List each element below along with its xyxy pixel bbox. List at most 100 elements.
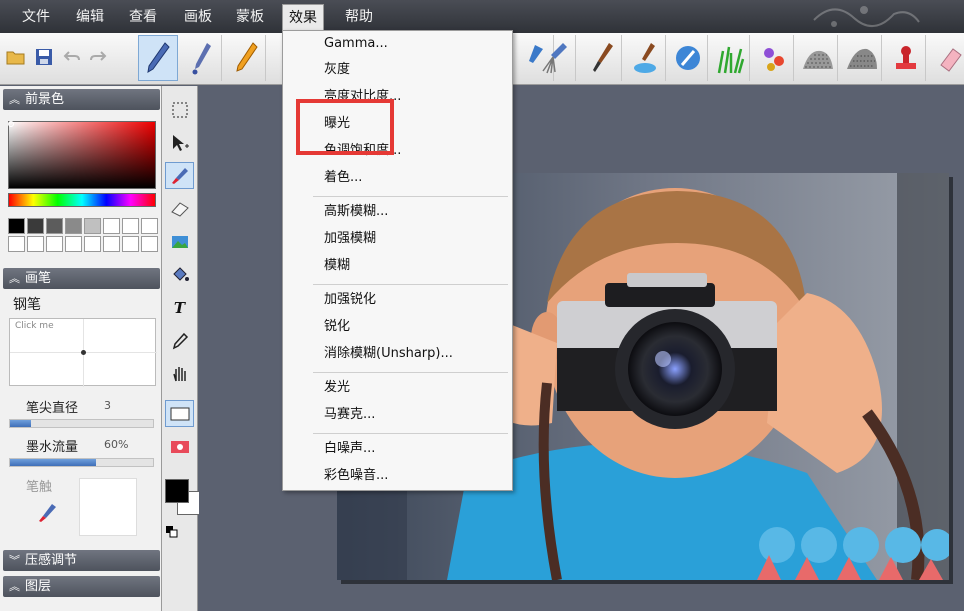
tip-preview[interactable] bbox=[79, 478, 137, 536]
grass-brush-button[interactable] bbox=[710, 35, 750, 81]
water-brush-button[interactable] bbox=[626, 35, 666, 81]
menu-item-blur-more[interactable]: 加强模糊 bbox=[283, 227, 512, 251]
paint-brush-button[interactable] bbox=[582, 35, 622, 81]
menu-item-colorize[interactable]: 着色... bbox=[283, 166, 512, 190]
fill-tool[interactable] bbox=[165, 261, 194, 288]
foreground-color-header[interactable]: ︽ 前景色 bbox=[3, 89, 160, 110]
save-icon[interactable] bbox=[32, 37, 56, 77]
menu-item-sharpen[interactable]: 锐化 bbox=[283, 315, 512, 339]
undo-icon[interactable] bbox=[60, 37, 84, 77]
image-tool[interactable] bbox=[165, 228, 194, 255]
texture-brush-2-button[interactable] bbox=[842, 35, 882, 81]
color-swatch[interactable] bbox=[84, 218, 101, 234]
menu-item-blur[interactable]: 模糊 bbox=[283, 254, 512, 278]
texture-icon bbox=[802, 50, 833, 69]
pencil-icon bbox=[235, 42, 258, 72]
calligraphy-pen-icon bbox=[192, 43, 211, 75]
menu-item-white-noise[interactable]: 白噪声... bbox=[283, 437, 512, 461]
rectangle-shape-tool[interactable] bbox=[165, 400, 194, 427]
color-swatch[interactable] bbox=[46, 236, 63, 252]
menu-help[interactable]: 帮助 bbox=[339, 6, 379, 28]
color-picker-cursor[interactable] bbox=[8, 121, 14, 127]
eraser-icon bbox=[170, 201, 189, 217]
brush-tool[interactable] bbox=[165, 162, 194, 189]
menu-canvas[interactable]: 画板 bbox=[178, 6, 218, 28]
water-brush-icon bbox=[633, 43, 656, 73]
menu-item-grayscale[interactable]: 灰度 bbox=[283, 58, 512, 82]
menu-item-sharpen-more[interactable]: 加强锐化 bbox=[283, 288, 512, 312]
tip-label: 笔触 bbox=[26, 480, 53, 495]
menu-file[interactable]: 文件 bbox=[16, 6, 56, 28]
eyedropper-tool[interactable] bbox=[165, 327, 194, 354]
color-swatch[interactable] bbox=[8, 218, 25, 234]
color-swatch[interactable] bbox=[122, 236, 139, 252]
brush-header[interactable]: ︽ 画笔 bbox=[3, 268, 160, 289]
flower-icon bbox=[763, 48, 784, 71]
marquee-icon bbox=[172, 102, 187, 117]
calligraphy-brush-button[interactable] bbox=[182, 35, 222, 81]
fan-brush-button[interactable] bbox=[536, 35, 576, 81]
filled-shape-icon bbox=[170, 440, 189, 453]
left-panel: ︽ 前景色 ︽ 画笔 钢笔 Click me 笔尖直径 3 墨水流量 60% 笔触 … bbox=[0, 86, 162, 611]
color-swatch[interactable] bbox=[141, 236, 158, 252]
ellipse-shape-tool[interactable] bbox=[165, 433, 194, 460]
color-swatch[interactable] bbox=[27, 218, 44, 234]
texture-brush-button[interactable] bbox=[798, 35, 838, 81]
menu-item-gaussian-blur[interactable]: 高斯模糊... bbox=[283, 200, 512, 224]
eraser-brush-button[interactable] bbox=[936, 35, 964, 81]
hand-icon bbox=[172, 366, 186, 381]
color-swatch[interactable] bbox=[46, 218, 63, 234]
menu-separator bbox=[313, 433, 508, 434]
hue-slider[interactable] bbox=[8, 193, 156, 207]
menu-effects[interactable]: 效果 bbox=[282, 4, 324, 31]
ink-flow-slider[interactable] bbox=[9, 458, 154, 467]
ink-flow-fill bbox=[10, 459, 96, 466]
color-swatch[interactable] bbox=[65, 236, 82, 252]
pen-brush-button[interactable] bbox=[138, 35, 178, 81]
image-icon bbox=[171, 235, 188, 248]
flower-brush-button[interactable] bbox=[754, 35, 794, 81]
tip-diameter-slider[interactable] bbox=[9, 419, 154, 428]
menu-item-color-noise[interactable]: 彩色噪音... bbox=[283, 464, 512, 488]
brush-preview-pad[interactable]: Click me bbox=[9, 318, 157, 387]
menu-item-mosaic[interactable]: 马赛克... bbox=[283, 403, 512, 427]
layers-header-label: 图层 bbox=[25, 579, 52, 594]
menu-item-unsharp[interactable]: 消除模糊(Unsharp)... bbox=[283, 342, 512, 366]
ink-flow-value: 60% bbox=[104, 438, 129, 451]
color-swatch[interactable] bbox=[103, 236, 120, 252]
menu-view[interactable]: 查看 bbox=[123, 6, 163, 28]
menu-item-glow[interactable]: 发光 bbox=[283, 376, 512, 400]
color-swatch[interactable] bbox=[27, 236, 44, 252]
paint-brush-icon bbox=[592, 43, 613, 72]
brush-button-partial[interactable] bbox=[270, 35, 282, 81]
eraser-tool[interactable] bbox=[165, 195, 194, 222]
color-swatch[interactable] bbox=[8, 236, 25, 252]
color-picker-gradient[interactable] bbox=[8, 121, 156, 189]
grass-icon bbox=[717, 46, 744, 74]
hand-tool[interactable] bbox=[165, 360, 194, 387]
open-folder-icon[interactable] bbox=[4, 37, 28, 77]
menu-mask[interactable]: 蒙板 bbox=[230, 6, 270, 28]
menu-edit[interactable]: 编辑 bbox=[70, 6, 110, 28]
color-swatch[interactable] bbox=[122, 218, 139, 234]
color-swatch[interactable] bbox=[141, 218, 158, 234]
stamp-brush-button[interactable] bbox=[886, 35, 926, 81]
collapse-chevron-icon: ︽ bbox=[9, 272, 20, 285]
airbrush-button[interactable] bbox=[668, 35, 708, 81]
redo-icon[interactable] bbox=[86, 37, 110, 77]
eraser-icon bbox=[940, 48, 962, 72]
selection-tool[interactable] bbox=[165, 96, 194, 123]
color-swatch[interactable] bbox=[65, 218, 82, 234]
foreground-color-swatch[interactable] bbox=[165, 479, 189, 503]
move-tool[interactable] bbox=[165, 129, 194, 156]
reset-colors-icon[interactable] bbox=[166, 526, 178, 542]
pencil-brush-button[interactable] bbox=[226, 35, 266, 81]
color-swatch[interactable] bbox=[103, 218, 120, 234]
pressure-header[interactable]: ︾ 压感调节 bbox=[3, 550, 160, 571]
tip-diameter-value: 3 bbox=[104, 399, 111, 412]
layers-header[interactable]: ︽ 图层 bbox=[3, 576, 160, 597]
text-tool[interactable]: T bbox=[165, 294, 194, 321]
menu-separator bbox=[313, 372, 508, 373]
menu-item-gamma[interactable]: Gamma... bbox=[283, 32, 512, 56]
color-swatch[interactable] bbox=[84, 236, 101, 252]
